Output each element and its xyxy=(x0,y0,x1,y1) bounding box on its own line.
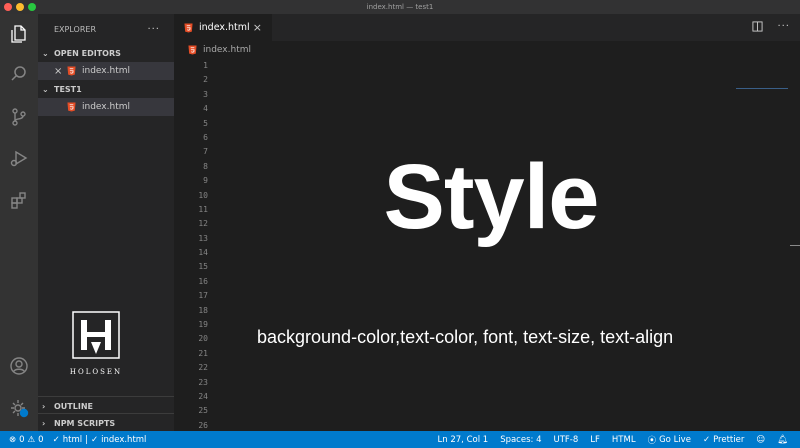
html5-icon xyxy=(184,23,193,33)
split-editor-icon[interactable] xyxy=(752,21,763,35)
html5-icon xyxy=(67,102,76,112)
editor-tab-bar: index.html × ··· xyxy=(174,14,800,41)
folder-file-item[interactable]: index.html xyxy=(38,98,174,116)
explorer-sidebar: EXPLORER ··· ⌄ OPEN EDITORS × index.html… xyxy=(38,14,174,431)
source-control-icon[interactable] xyxy=(7,105,31,129)
line-number: 4 xyxy=(203,104,208,114)
line-number: 19 xyxy=(198,320,208,330)
error-count: 0 xyxy=(19,434,25,445)
close-icon[interactable]: × xyxy=(253,21,262,34)
status-right: Ln 27, Col 1 Spaces: 4 UTF-8 LF HTML ⦿ G… xyxy=(438,434,800,446)
line-number: 6 xyxy=(203,132,208,142)
line-number: 22 xyxy=(198,363,208,373)
language-mode[interactable]: HTML xyxy=(612,435,636,445)
open-editors-label: OPEN EDITORS xyxy=(54,48,121,58)
extensions-icon[interactable] xyxy=(7,188,31,212)
run-debug-icon[interactable] xyxy=(7,146,31,170)
explorer-title: EXPLORER xyxy=(54,24,96,34)
chevron-down-icon: ⌄ xyxy=(42,84,49,94)
folder-filename: index.html xyxy=(82,102,130,112)
open-editors-section[interactable]: ⌄ OPEN EDITORS xyxy=(38,44,174,62)
line-number: 24 xyxy=(198,391,208,401)
logo-text: HOLOSEN xyxy=(69,368,123,376)
check-icon: ✓ xyxy=(52,434,60,445)
indentation[interactable]: Spaces: 4 xyxy=(500,435,541,445)
title-bar: index.html — test1 xyxy=(0,0,800,14)
file-check-label: index.html xyxy=(101,434,147,445)
end-of-line[interactable]: LF xyxy=(590,435,600,445)
chevron-right-icon: › xyxy=(42,401,46,411)
window-title: index.html — test1 xyxy=(366,3,434,11)
line-number: 3 xyxy=(203,89,208,99)
line-number: 20 xyxy=(198,334,208,344)
html5-icon xyxy=(67,66,76,76)
minimize-window-button[interactable] xyxy=(16,3,24,11)
error-icon: ⊗ xyxy=(9,434,17,445)
window-controls xyxy=(4,3,36,11)
breadcrumb-file: index.html xyxy=(203,45,251,55)
line-number: 1 xyxy=(203,61,208,70)
npm-scripts-section[interactable]: › NPM SCRIPTS xyxy=(38,413,174,432)
prettier-label: Prettier xyxy=(713,434,745,445)
line-number: 17 xyxy=(198,291,208,301)
go-live-label: Go Live xyxy=(659,434,691,445)
warning-icon: ⚠ xyxy=(27,434,36,445)
warning-count: 0 xyxy=(38,434,44,445)
folder-section[interactable]: ⌄ TEST1 xyxy=(38,80,174,98)
cursor-position[interactable]: Ln 27, Col 1 xyxy=(438,435,489,445)
chevron-down-icon: ⌄ xyxy=(42,48,49,58)
minimap-viewport[interactable] xyxy=(736,88,788,89)
more-actions-icon[interactable]: ··· xyxy=(777,21,790,35)
files-icon[interactable] xyxy=(7,22,31,46)
overlay-title: Style xyxy=(383,146,600,248)
html-check-label: html xyxy=(62,434,83,445)
check-icon: ✓ xyxy=(90,434,99,445)
holosen-logo: HOLOSEN xyxy=(69,310,123,376)
more-actions-icon[interactable]: ··· xyxy=(147,24,160,35)
line-number: 2 xyxy=(203,75,208,85)
line-number: 18 xyxy=(198,305,208,315)
line-number: 25 xyxy=(198,406,208,416)
html-check-item[interactable]: ✓ html | ✓ index.html xyxy=(53,435,147,445)
tab-index-html[interactable]: index.html × xyxy=(174,14,272,41)
close-window-button[interactable] xyxy=(4,3,12,11)
notifications-bell-icon[interactable]: 🔔︎ xyxy=(777,435,788,445)
close-icon[interactable]: × xyxy=(54,66,62,77)
feedback-icon[interactable]: ☺ xyxy=(756,435,765,445)
maximize-window-button[interactable] xyxy=(28,3,36,11)
open-editor-item[interactable]: × index.html xyxy=(38,62,174,80)
line-number: 15 xyxy=(198,262,208,272)
status-bar: ⊗ 0 ⚠ 0 ✓ html | ✓ index.html Ln 27, Col… xyxy=(0,431,800,448)
chevron-right-icon: › xyxy=(42,418,46,428)
outline-label: OUTLINE xyxy=(54,401,93,411)
npm-scripts-label: NPM SCRIPTS xyxy=(54,418,116,428)
settings-gear-icon[interactable] xyxy=(7,396,31,420)
problems-indicator[interactable]: ⊗ 0 ⚠ 0 xyxy=(9,435,44,445)
broadcast-icon: ⦿ xyxy=(647,435,657,446)
account-icon[interactable] xyxy=(7,354,31,378)
editor-actions: ··· xyxy=(752,21,790,35)
tab-label: index.html xyxy=(199,22,250,33)
line-number: 5 xyxy=(203,118,208,128)
prettier-button[interactable]: ✓ Prettier xyxy=(703,435,744,445)
activity-bar xyxy=(0,14,38,431)
breadcrumb[interactable]: index.html xyxy=(174,41,800,59)
check-icon: ✓ xyxy=(702,434,711,445)
folder-label: TEST1 xyxy=(54,84,82,94)
overlay-subtitle: background-color,text-color, font, text-… xyxy=(257,327,674,347)
separator: | xyxy=(85,434,88,445)
go-live-button[interactable]: ⦿ Go Live xyxy=(648,434,691,446)
line-number: 16 xyxy=(198,276,208,286)
line-number: 23 xyxy=(198,377,208,387)
explorer-header: EXPLORER ··· xyxy=(38,14,174,44)
search-icon[interactable] xyxy=(7,62,31,86)
open-editor-filename: index.html xyxy=(82,66,130,76)
encoding[interactable]: UTF-8 xyxy=(554,435,579,445)
line-number: 21 xyxy=(198,348,208,358)
html5-icon xyxy=(188,45,197,55)
